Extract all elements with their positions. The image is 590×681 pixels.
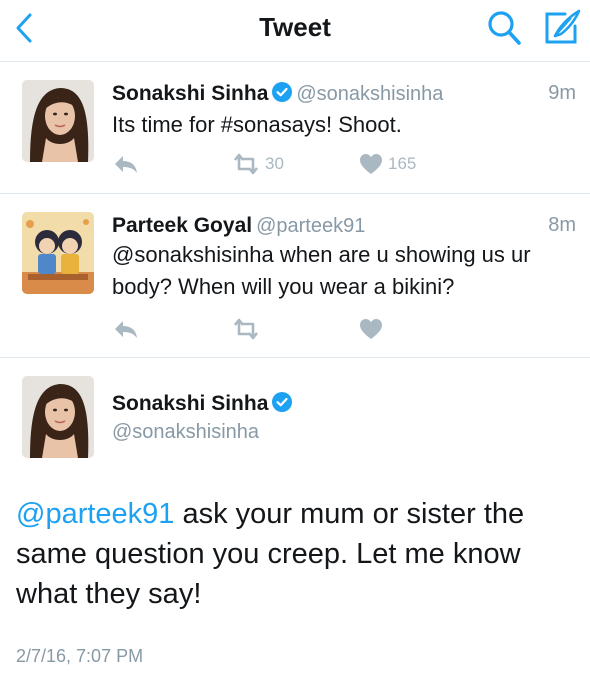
tweet-header: Parteek Goyal @parteek91 [112, 214, 365, 238]
search-icon [488, 11, 521, 45]
tweet-text: Its time for #sonasays! Shoot. [112, 112, 402, 137]
avatar[interactable] [22, 376, 94, 458]
retweet-icon [233, 318, 259, 340]
tweet-header: Sonakshi Sinha @sonakshisinha [112, 82, 443, 106]
focused-tweet: Sonakshi Sinha @sonakshisinha @parteek91… [0, 358, 590, 681]
author-handle[interactable]: @parteek91 [256, 215, 365, 237]
author-name[interactable]: Sonakshi Sinha [112, 82, 268, 105]
heart-icon [360, 154, 382, 174]
tweet-timestamp: 8m [548, 214, 576, 236]
reply-icon [115, 321, 137, 338]
like-button[interactable] [359, 314, 383, 344]
retweet-button[interactable] [232, 314, 260, 344]
retweet-count: 30 [265, 154, 284, 173]
search-button[interactable] [484, 8, 524, 48]
reply-button[interactable] [113, 149, 139, 179]
author-name[interactable]: Parteek Goyal [112, 214, 252, 237]
author-handle[interactable]: @sonakshisinha [296, 83, 443, 105]
tweet-item[interactable]: Parteek Goyal @parteek91 8m @sonakshisinh… [0, 194, 590, 358]
tweet-text: @parteek91 ask your mum or sister the sa… [16, 494, 576, 614]
tweet-date: 2/7/16, 7:07 PM [16, 646, 144, 666]
tweet-actions [0, 314, 590, 344]
verified-badge-icon [272, 82, 293, 102]
verified-badge-icon [272, 392, 293, 412]
heart-icon [360, 319, 382, 339]
reply-button[interactable] [113, 314, 139, 344]
retweet-icon [233, 153, 259, 175]
author-name-row: Sonakshi Sinha [112, 392, 293, 416]
tweet-item[interactable]: Sonakshi Sinha @sonakshisinha 9m Its time… [0, 62, 590, 194]
author-name[interactable]: Sonakshi Sinha [112, 392, 268, 415]
like-button[interactable]: 165 [359, 149, 416, 179]
tweet-actions: 30 165 [0, 149, 590, 179]
navigation-bar: Tweet [0, 0, 590, 62]
mention-link[interactable]: @parteek91 [16, 498, 174, 530]
tweet-timestamp: 9m [548, 82, 576, 104]
tweet-text: @sonakshisinha when are u showing us ur … [112, 242, 531, 299]
retweet-button[interactable]: 30 [232, 149, 284, 179]
avatar[interactable] [22, 212, 94, 294]
compose-button[interactable] [541, 6, 583, 48]
compose-icon [545, 9, 581, 44]
author-handle[interactable]: @sonakshisinha [112, 421, 259, 444]
reply-icon [115, 156, 137, 173]
like-count: 165 [388, 154, 417, 173]
